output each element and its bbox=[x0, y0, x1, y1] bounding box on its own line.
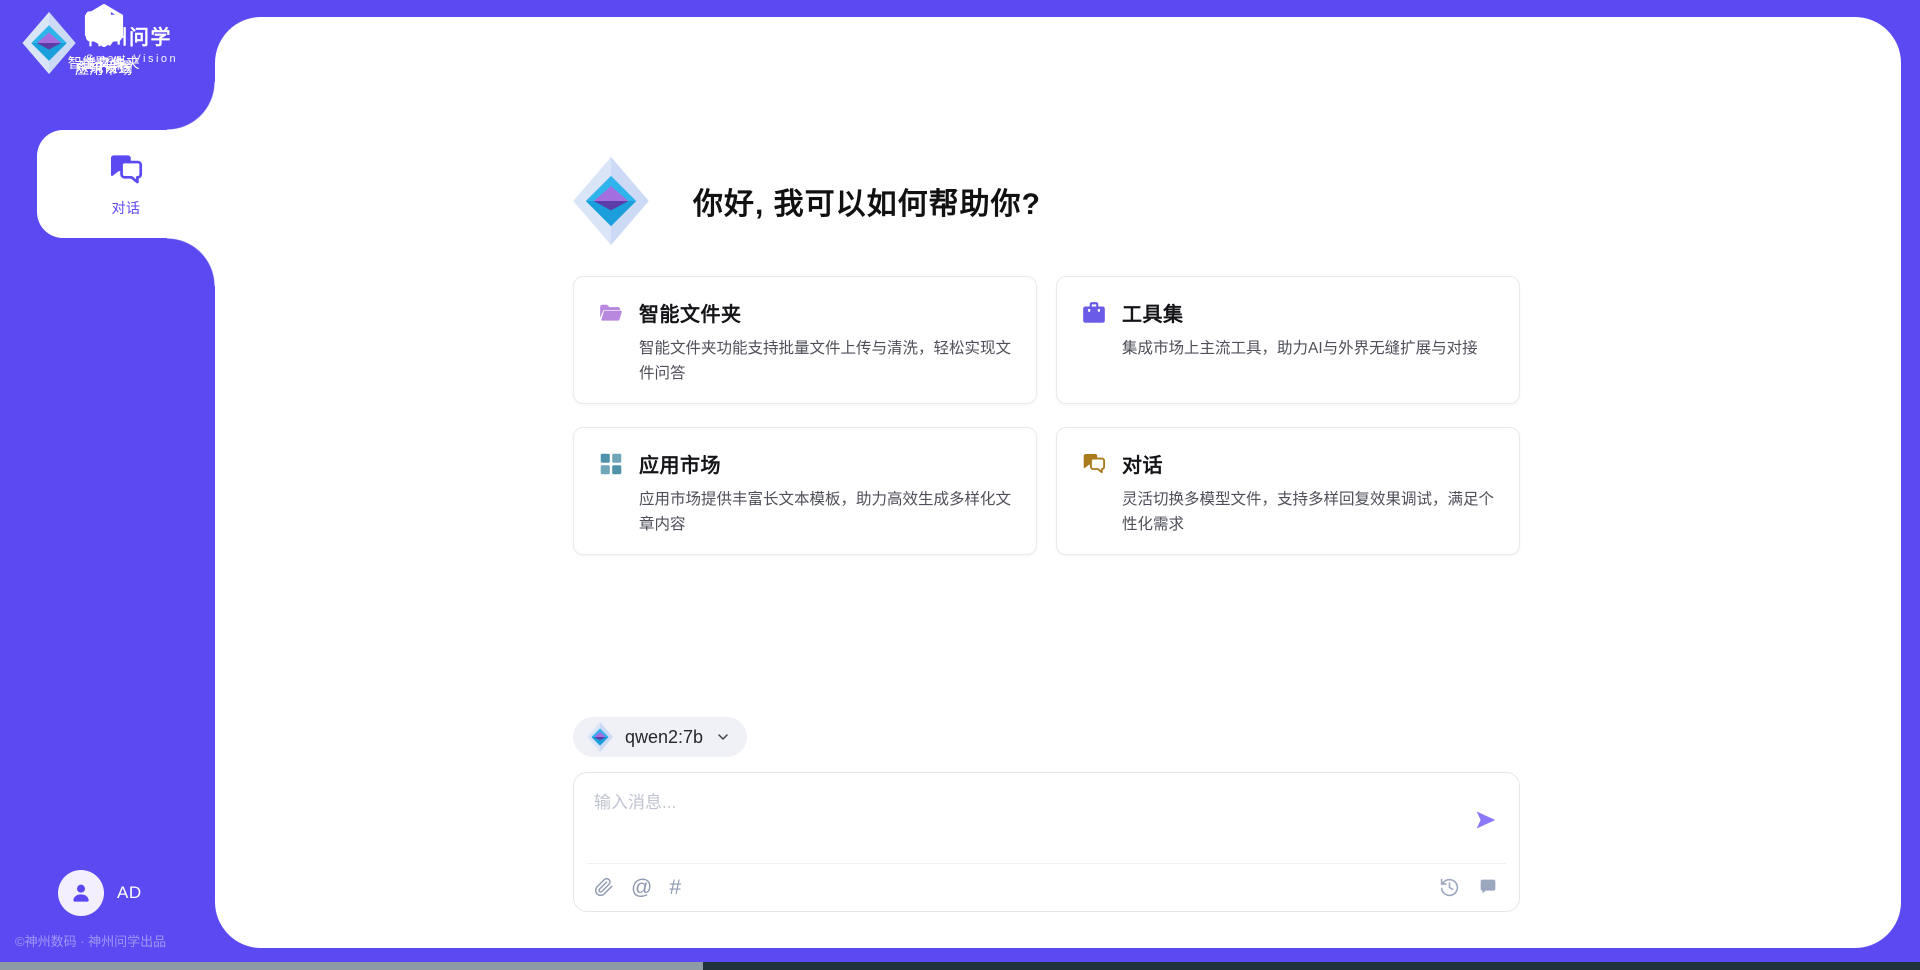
attachment-icon[interactable] bbox=[594, 876, 614, 898]
model-logo-icon bbox=[587, 722, 613, 752]
card-title: 对话 bbox=[1122, 449, 1163, 478]
sidebar: 神州问学 Smart Vision 对话 智能文件夹 bbox=[0, 0, 215, 962]
card-description: 集成市场上主流工具，助力AI与外界无缝扩展与对接 bbox=[1081, 336, 1495, 361]
sidebar-item-settings[interactable]: 系统设置 bbox=[0, 0, 208, 80]
sidebar-footer: ©神州数码 · 神州问学出品 bbox=[15, 931, 166, 950]
model-selector[interactable]: qwen2:7b bbox=[573, 717, 747, 757]
sidebar-item-chat[interactable]: 对话 bbox=[37, 130, 215, 238]
composer-divider bbox=[587, 863, 1506, 864]
message-input[interactable] bbox=[594, 788, 1454, 854]
tab-fillet-bottom bbox=[167, 238, 215, 286]
grid-icon bbox=[598, 451, 624, 477]
card-toolkit[interactable]: 工具集 集成市场上主流工具，助力AI与外界无缝扩展与对接 bbox=[1056, 276, 1520, 404]
send-icon[interactable] bbox=[1473, 807, 1499, 833]
card-app-market[interactable]: 应用市场 应用市场提供丰富长文本模板，助力高效生成多样化文章内容 bbox=[573, 427, 1037, 555]
greeting: 你好, 我可以如何帮助你? bbox=[573, 157, 1041, 245]
tab-fillet-top bbox=[167, 82, 215, 130]
greeting-title: 你好, 我可以如何帮助你? bbox=[693, 179, 1041, 223]
card-chat[interactable]: 对话 灵活切换多模型文件，支持多样回复效果调试，满足个性化需求 bbox=[1056, 427, 1520, 555]
card-smart-folder[interactable]: 智能文件夹 智能文件夹功能支持批量文件上传与清洗，轻松实现文件问答 bbox=[573, 276, 1037, 404]
main-panel: 你好, 我可以如何帮助你? 智能文件夹 智能文件夹功能支持批量文件上传与清洗，轻… bbox=[215, 17, 1901, 948]
person-icon bbox=[68, 880, 94, 906]
sidebar-item-label: 对话 bbox=[112, 198, 141, 218]
card-title: 智能文件夹 bbox=[639, 298, 742, 327]
card-description: 灵活切换多模型文件，支持多样回复效果调试，满足个性化需求 bbox=[1081, 487, 1495, 537]
model-name: qwen2:7b bbox=[625, 727, 703, 748]
feature-cards: 智能文件夹 智能文件夹功能支持批量文件上传与清洗，轻松实现文件问答 工具集 集成… bbox=[573, 276, 1520, 555]
card-description: 智能文件夹功能支持批量文件上传与清洗，轻松实现文件问答 bbox=[598, 336, 1012, 386]
message-composer: @ # bbox=[573, 772, 1520, 912]
chat-bubbles-icon bbox=[106, 151, 146, 189]
bottom-strip bbox=[0, 962, 1920, 970]
briefcase-icon bbox=[1081, 300, 1107, 326]
card-title: 应用市场 bbox=[639, 449, 721, 478]
app-root: 神州问学 Smart Vision 对话 智能文件夹 bbox=[0, 0, 1920, 970]
folder-open-icon bbox=[598, 300, 624, 326]
chevron-down-icon bbox=[715, 729, 731, 745]
chat-bubbles-icon bbox=[1081, 451, 1107, 477]
chat-bubble-icon[interactable] bbox=[1477, 876, 1499, 898]
user-initials: AD bbox=[117, 883, 142, 903]
card-title: 工具集 bbox=[1122, 298, 1184, 327]
assistant-logo-icon bbox=[573, 157, 649, 245]
history-icon[interactable] bbox=[1439, 877, 1460, 898]
user-profile[interactable]: AD bbox=[58, 870, 142, 916]
card-description: 应用市场提供丰富长文本模板，助力高效生成多样化文章内容 bbox=[598, 487, 1012, 537]
sidebar-item-label: 系统设置 bbox=[75, 57, 133, 77]
avatar bbox=[58, 870, 104, 916]
hash-icon[interactable]: # bbox=[669, 877, 681, 898]
mention-icon[interactable]: @ bbox=[631, 877, 652, 898]
gear-icon bbox=[82, 4, 126, 48]
